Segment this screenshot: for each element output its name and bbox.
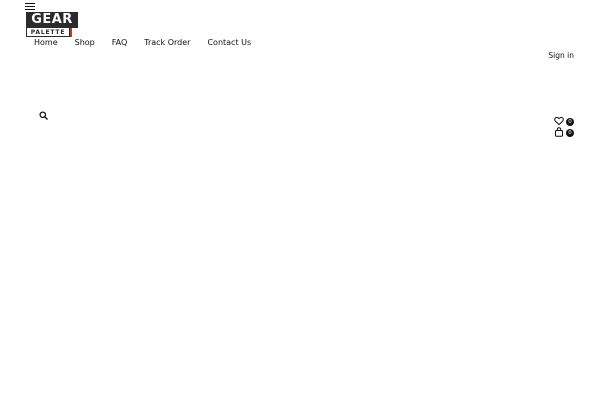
- logo-gear-text: GEAR: [26, 12, 78, 28]
- nav-item-shop[interactable]: Shop: [75, 37, 95, 49]
- site-logo[interactable]: GEAR PALETTE: [26, 12, 78, 37]
- nav-item-track-order[interactable]: Track Order: [144, 37, 190, 49]
- nav-item-home[interactable]: Home: [34, 37, 58, 49]
- logo-accent-mark: [70, 28, 72, 37]
- search-icon[interactable]: [39, 105, 48, 120]
- hamburger-line: [25, 9, 35, 10]
- hamburger-line: [25, 6, 35, 7]
- hamburger-line: [25, 3, 35, 4]
- hamburger-menu-icon[interactable]: [25, 3, 35, 11]
- heart-icon: [554, 116, 564, 126]
- search-icon-glyph: [39, 111, 48, 120]
- cart-button[interactable]: 0: [554, 127, 574, 137]
- nav-item-contact-us[interactable]: Contact Us: [207, 37, 251, 49]
- main-nav: Home Shop FAQ Track Order Contact Us: [34, 37, 251, 49]
- wishlist-button[interactable]: 0: [554, 116, 574, 126]
- page: GEAR PALETTE Home Shop FAQ Track Order C…: [0, 0, 600, 400]
- logo-palette-text: PALETTE: [26, 28, 70, 37]
- nav-item-faq[interactable]: FAQ: [112, 37, 128, 49]
- cart-count-badge: 0: [566, 129, 574, 137]
- sign-in-link[interactable]: Sign in: [548, 51, 574, 60]
- shopping-bag-icon: [555, 127, 563, 137]
- wishlist-count-badge: 0: [566, 118, 574, 126]
